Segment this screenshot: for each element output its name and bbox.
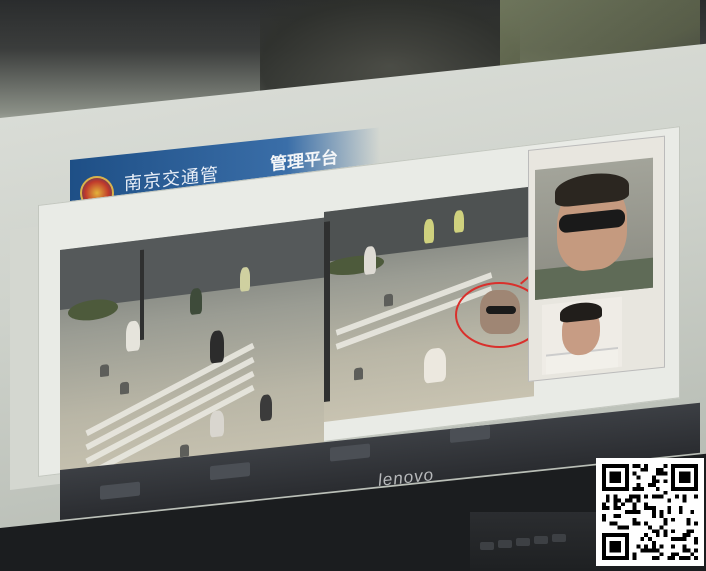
taskbar-item[interactable] [210, 462, 250, 481]
bollard [384, 293, 393, 307]
bollard [120, 381, 129, 395]
light-pole [140, 249, 144, 341]
key [552, 534, 566, 542]
pedestrian [210, 329, 224, 364]
key [516, 538, 530, 546]
taskbar-item[interactable] [330, 443, 370, 462]
key [534, 536, 548, 544]
key [480, 542, 494, 550]
pedestrian [190, 287, 202, 316]
keyboard [470, 512, 600, 571]
pedestrian [364, 245, 376, 276]
qr-code-image [602, 464, 698, 560]
bollard [180, 444, 189, 458]
bollard [100, 363, 109, 378]
taskbar-item[interactable] [450, 424, 490, 444]
pedestrian [210, 409, 224, 438]
bollard [354, 367, 363, 381]
pedestrian [424, 218, 434, 244]
qr-code [596, 458, 704, 566]
lenovo-logo: lenovo [377, 465, 435, 490]
captured-face-image[interactable] [535, 157, 653, 300]
pedestrian [260, 393, 272, 422]
pedestrian [424, 347, 446, 384]
pedestrian [454, 209, 464, 234]
reference-face-image[interactable] [542, 296, 622, 375]
pedestrian [240, 266, 250, 292]
pedestrian [126, 320, 140, 352]
traffic-light-pole [324, 221, 330, 402]
key [498, 540, 512, 548]
taskbar-item[interactable] [100, 481, 140, 500]
